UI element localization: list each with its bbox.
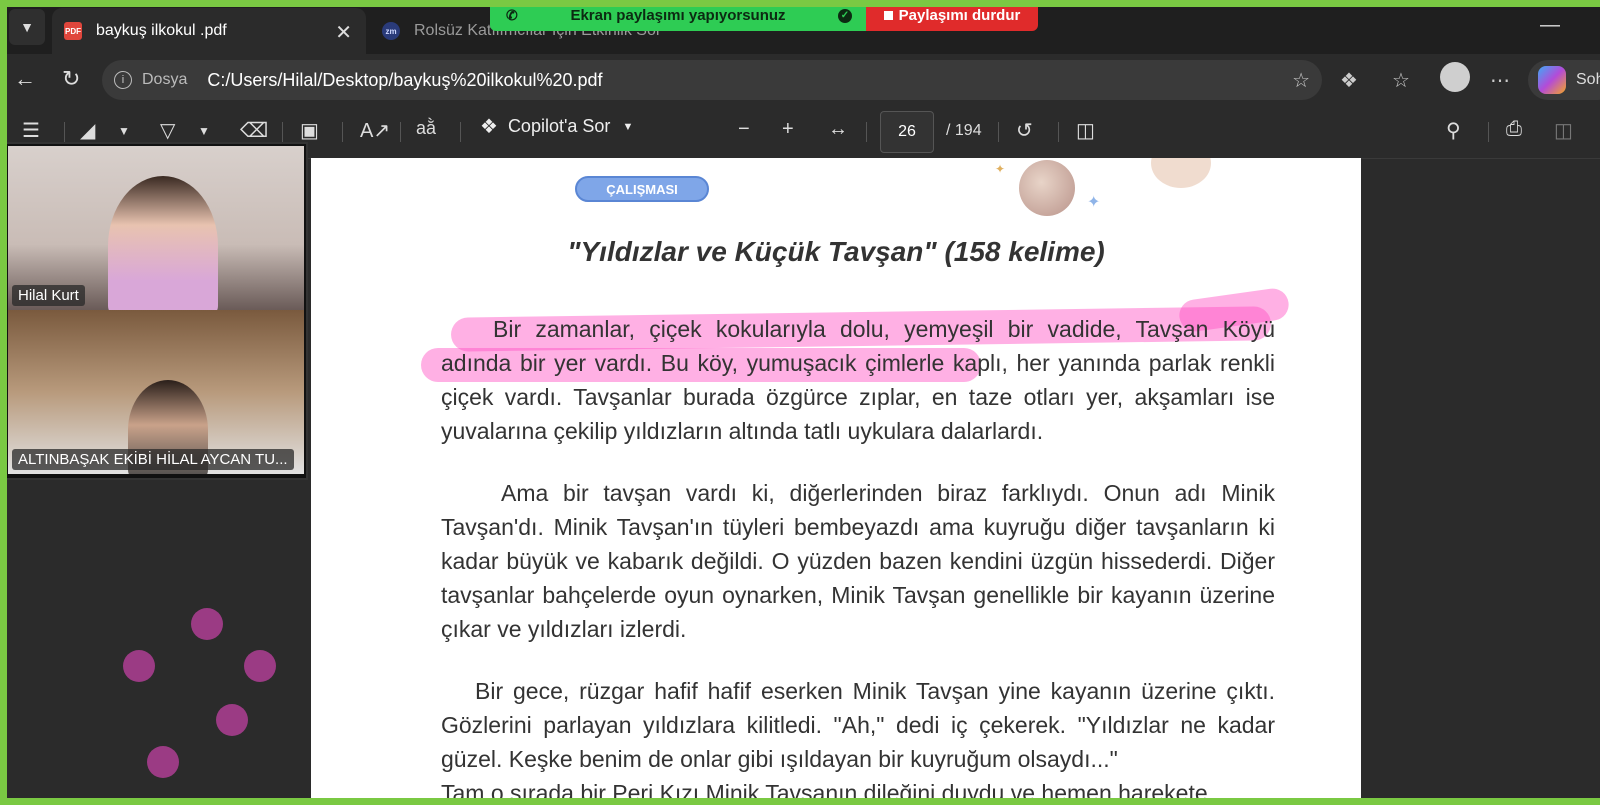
back-arrow-icon[interactable]: ← [14,66,36,92]
chevron-down-icon: ▼ [622,120,634,133]
divider [64,122,65,142]
copilot-pill-label: Soh [1576,71,1600,88]
paragraph-text: Ama bir tavşan vardı ki, diğerlerinden b… [441,480,1275,642]
share-status-text: Ekran paylaşımı yapıyorsunuz [570,7,786,24]
paragraph-text: Bir zamanlar, çiçek kokularıyla dolu, ye… [441,316,1275,444]
worksheet-badge: ÇALIŞMASI [575,176,709,202]
profile-avatar[interactable] [1440,62,1470,92]
close-icon[interactable]: ✕ [335,20,352,45]
chevron-down-icon[interactable]: ▼ [118,124,130,138]
phone-icon: ✆ [506,7,518,23]
eraser-icon[interactable]: ⌫ [240,118,268,143]
translate-icon[interactable]: aằ [416,118,436,139]
tab-title: baykuş ilkokul .pdf [96,22,227,39]
video-tile[interactable]: ALTINBAŞAK EKİBİ HİLAL AYCAN TU... [8,310,304,474]
shield-check-icon: ✓ [838,8,852,23]
divider [400,122,401,142]
divider [866,122,867,142]
refresh-icon[interactable]: ↻ [62,66,80,92]
draw-icon[interactable]: ▽ [160,118,175,143]
minimize-button[interactable]: — [1540,14,1560,37]
spinner-dot [191,608,223,640]
url-text[interactable]: C:/Users/Hilal/Desktop/baykuş%20ilkokul%… [207,70,602,91]
stop-sharing-button[interactable]: Paylaşımı durdur [866,0,1038,31]
address-row: ← ↻ i Dosya C:/Users/Hilal/Desktop/bayku… [0,54,1600,106]
divider [1488,122,1489,142]
participant-figure [108,176,218,310]
stop-sharing-label: Paylaşımı durdur [898,7,1021,24]
zoom-out-icon[interactable]: − [738,118,750,141]
share-status: ✆ Ekran paylaşımı yapıyorsunuz ✓ [490,0,866,31]
text-box-icon[interactable]: ▣ [300,118,319,143]
contents-list-icon[interactable]: ☰ [22,118,40,143]
divider [1058,122,1059,142]
screen-share-banner: ✆ Ekran paylaşımı yapıyorsunuz ✓ Paylaşı… [490,0,1038,31]
info-icon[interactable]: i [114,71,132,89]
spinner-dot [123,650,155,682]
pdf-page: ÇALIŞMASI ✦ ✦ "Yıldızlar ve Küçük Tavşan… [311,158,1361,805]
protocol-label: Dosya [142,71,188,88]
search-icon[interactable]: ⚲ [1446,118,1461,143]
copilot-icon [1538,66,1566,94]
favorite-star-icon[interactable]: ☆ [1292,68,1310,93]
divider [342,122,343,142]
paragraph-2: Ama bir tavşan vardı ki, diğerlerinden b… [441,476,1275,646]
star-decoration: ✦ [995,162,1006,176]
spinner-dot [216,704,248,736]
tab-actions-menu-button[interactable]: ▼ [9,9,45,45]
read-aloud-icon[interactable]: A↗ [360,118,390,143]
copilot-outline-icon: ❖ [480,116,498,138]
zoom-icon: zm [382,22,400,40]
more-options-icon[interactable]: ⋯ [1490,68,1510,93]
participant-name: ALTINBAŞAK EKİBİ HİLAL AYCAN TU... [12,449,294,470]
favorites-icon[interactable]: ☆ [1392,68,1410,93]
tab-pdf[interactable]: PDF baykuş ilkokul .pdf ✕ [52,8,366,54]
chevron-down-icon: ▼ [20,19,34,35]
copilot-sidebar-button[interactable]: Soh [1528,60,1600,100]
rotate-icon[interactable]: ↺ [1016,118,1033,143]
participant-name: Hilal Kurt [12,285,85,306]
fit-width-icon[interactable]: ↔ [828,118,848,141]
star-decoration: ✦ [1087,194,1101,211]
paragraph-3: Bir gece, rüzgar hafif hafif eserken Min… [441,674,1275,776]
planet-illustration [1019,160,1075,216]
save-icon[interactable]: ◫ [1554,118,1573,143]
paragraph-text: Tam o sırada bir Peri Kızı Minik Tavşanı… [441,780,1208,805]
print-icon[interactable]: ⎙ [1506,118,1522,141]
video-tile[interactable]: Hilal Kurt [8,146,304,310]
divider [998,122,999,142]
page-total: / 194 [946,122,982,139]
page-number-input[interactable]: 26 [880,111,934,153]
paragraph-4: Tam o sırada bir Peri Kızı Minik Tavşanı… [441,776,1275,805]
pdf-icon: PDF [64,22,82,40]
saturn-illustration [1151,158,1211,188]
spinner-dot [147,746,179,778]
story-title: "Yıldızlar ve Küçük Tavşan" (158 kelime) [567,236,1105,267]
paragraph-1: Bir zamanlar, çiçek kokularıyla dolu, ye… [441,312,1275,448]
video-call-panel: Hilal Kurt ALTINBAŞAK EKİBİ HİLAL AYCAN … [4,142,308,480]
spinner-dot [244,650,276,682]
stop-icon [883,11,893,20]
extensions-icon[interactable]: ❖ [1340,68,1358,93]
ask-copilot-button[interactable]: ❖ Copilot'a Sor ▼ [480,114,633,139]
paragraph-text: Bir gece, rüzgar hafif hafif eserken Min… [441,678,1275,772]
chevron-down-icon[interactable]: ▼ [198,124,210,138]
zoom-in-icon[interactable]: + [782,118,794,141]
divider [460,122,461,142]
ask-copilot-label: Copilot'a Sor [507,116,611,136]
divider [282,122,283,142]
highlight-icon[interactable]: ◢ [80,118,95,143]
page-view-icon[interactable]: ◫ [1076,118,1095,143]
address-bar[interactable]: i Dosya C:/Users/Hilal/Desktop/baykuş%20… [102,60,1322,100]
